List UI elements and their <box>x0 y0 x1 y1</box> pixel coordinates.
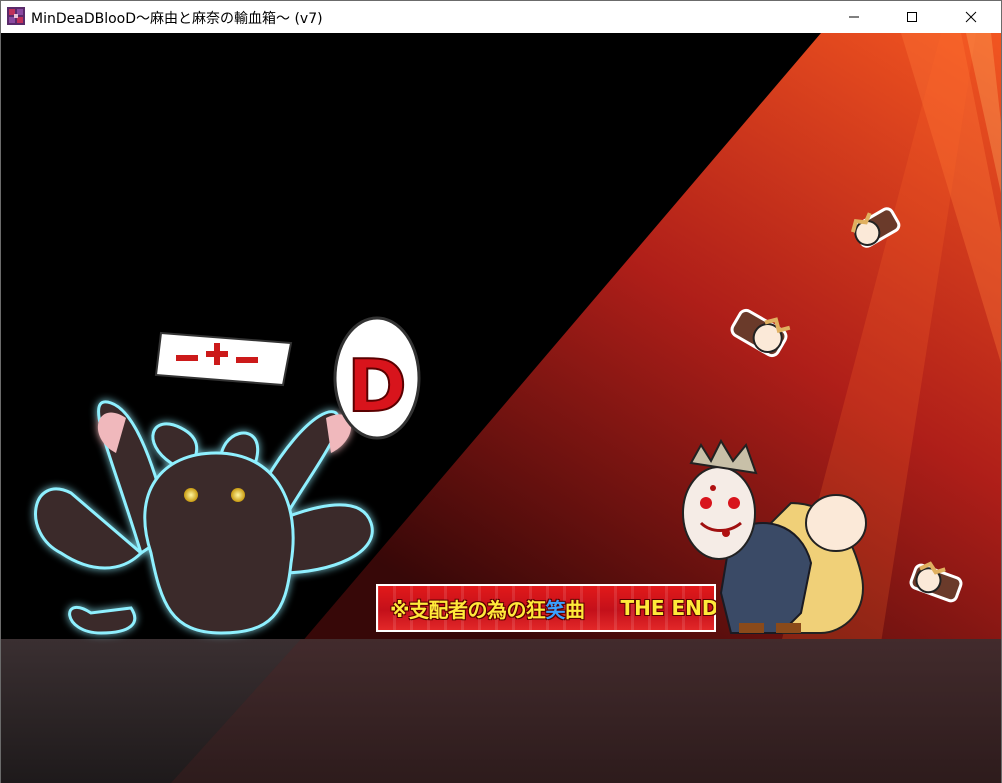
title-bar[interactable]: MinDeaDBlooD～麻由と麻奈の輸血箱～ (v7) <box>1 1 1001 33</box>
minimize-icon <box>849 16 859 18</box>
banner-title-prefix: ※支配者の為の狂 <box>390 597 546 622</box>
window-title: MinDeaDBlooD～麻由と麻奈の輸血箱～ (v7) <box>31 11 323 27</box>
banner-title: ※支配者の為の狂笑曲 <box>390 594 585 623</box>
banner-the-end: THE END <box>620 596 716 620</box>
close-icon <box>965 11 977 23</box>
floor-light <box>171 639 1001 783</box>
monster-eye <box>231 488 245 502</box>
d-badge: D <box>333 316 421 440</box>
banner-title-suffix: 曲 <box>564 597 585 622</box>
game-scene: D <box>1 33 1001 783</box>
maximize-button[interactable] <box>883 1 941 33</box>
close-button[interactable] <box>942 1 1000 33</box>
game-screen[interactable]: D ※支配者の為の狂笑曲 THE END <box>1 33 1001 783</box>
maximize-icon <box>907 12 917 22</box>
nurse-cap <box>154 331 293 387</box>
game-window: MinDeaDBlooD～麻由と麻奈の輸血箱～ (v7) D ※支配者の為の狂笑… <box>0 0 1002 783</box>
banner-title-highlight: 笑 <box>545 597 565 622</box>
minimize-button[interactable] <box>825 1 883 33</box>
monster-eye <box>184 488 198 502</box>
d-badge-letter: D <box>347 344 407 428</box>
end-banner: ※支配者の為の狂笑曲 THE END <box>376 584 716 632</box>
game-app-icon <box>7 7 25 25</box>
